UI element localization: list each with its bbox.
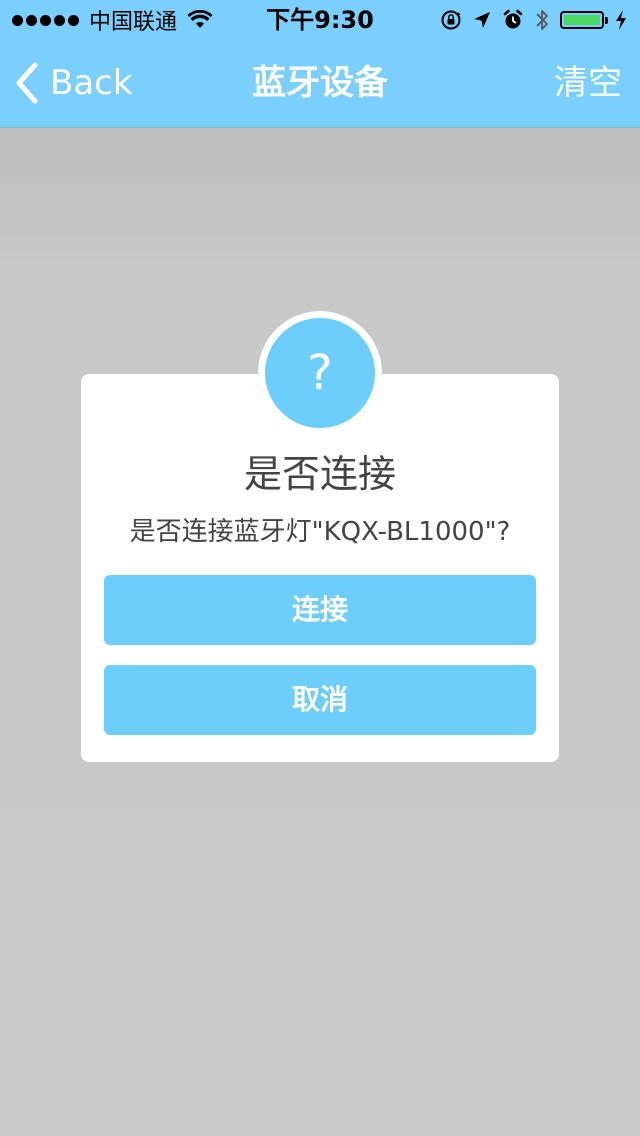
nav-bar: Back 蓝牙设备 清空 (0, 40, 640, 128)
app-header: 中国联通 下午9:30 Back 蓝牙设备 清空 (0, 0, 640, 128)
dialog-title: 是否连接 (243, 452, 396, 496)
question-icon: ? (265, 318, 375, 428)
location-arrow-icon (474, 12, 490, 28)
question-badge: ? (258, 311, 382, 435)
alarm-icon (503, 9, 523, 29)
dialog-message: 是否连接蓝牙灯"KQX-BL1000"? (129, 517, 511, 547)
page-title: 蓝牙设备 (252, 63, 388, 103)
status-bar: 中国联通 下午9:30 (0, 0, 640, 40)
cancel-button[interactable]: 取消 (104, 665, 536, 735)
status-right (440, 6, 628, 34)
clear-button[interactable]: 清空 (554, 58, 622, 108)
battery-icon (560, 11, 608, 29)
bluetooth-icon (536, 10, 548, 30)
orientation-lock-icon (441, 10, 461, 30)
battery-fill (564, 15, 600, 25)
connect-button[interactable]: 连接 (104, 575, 536, 645)
charging-bolt-icon (616, 10, 626, 30)
